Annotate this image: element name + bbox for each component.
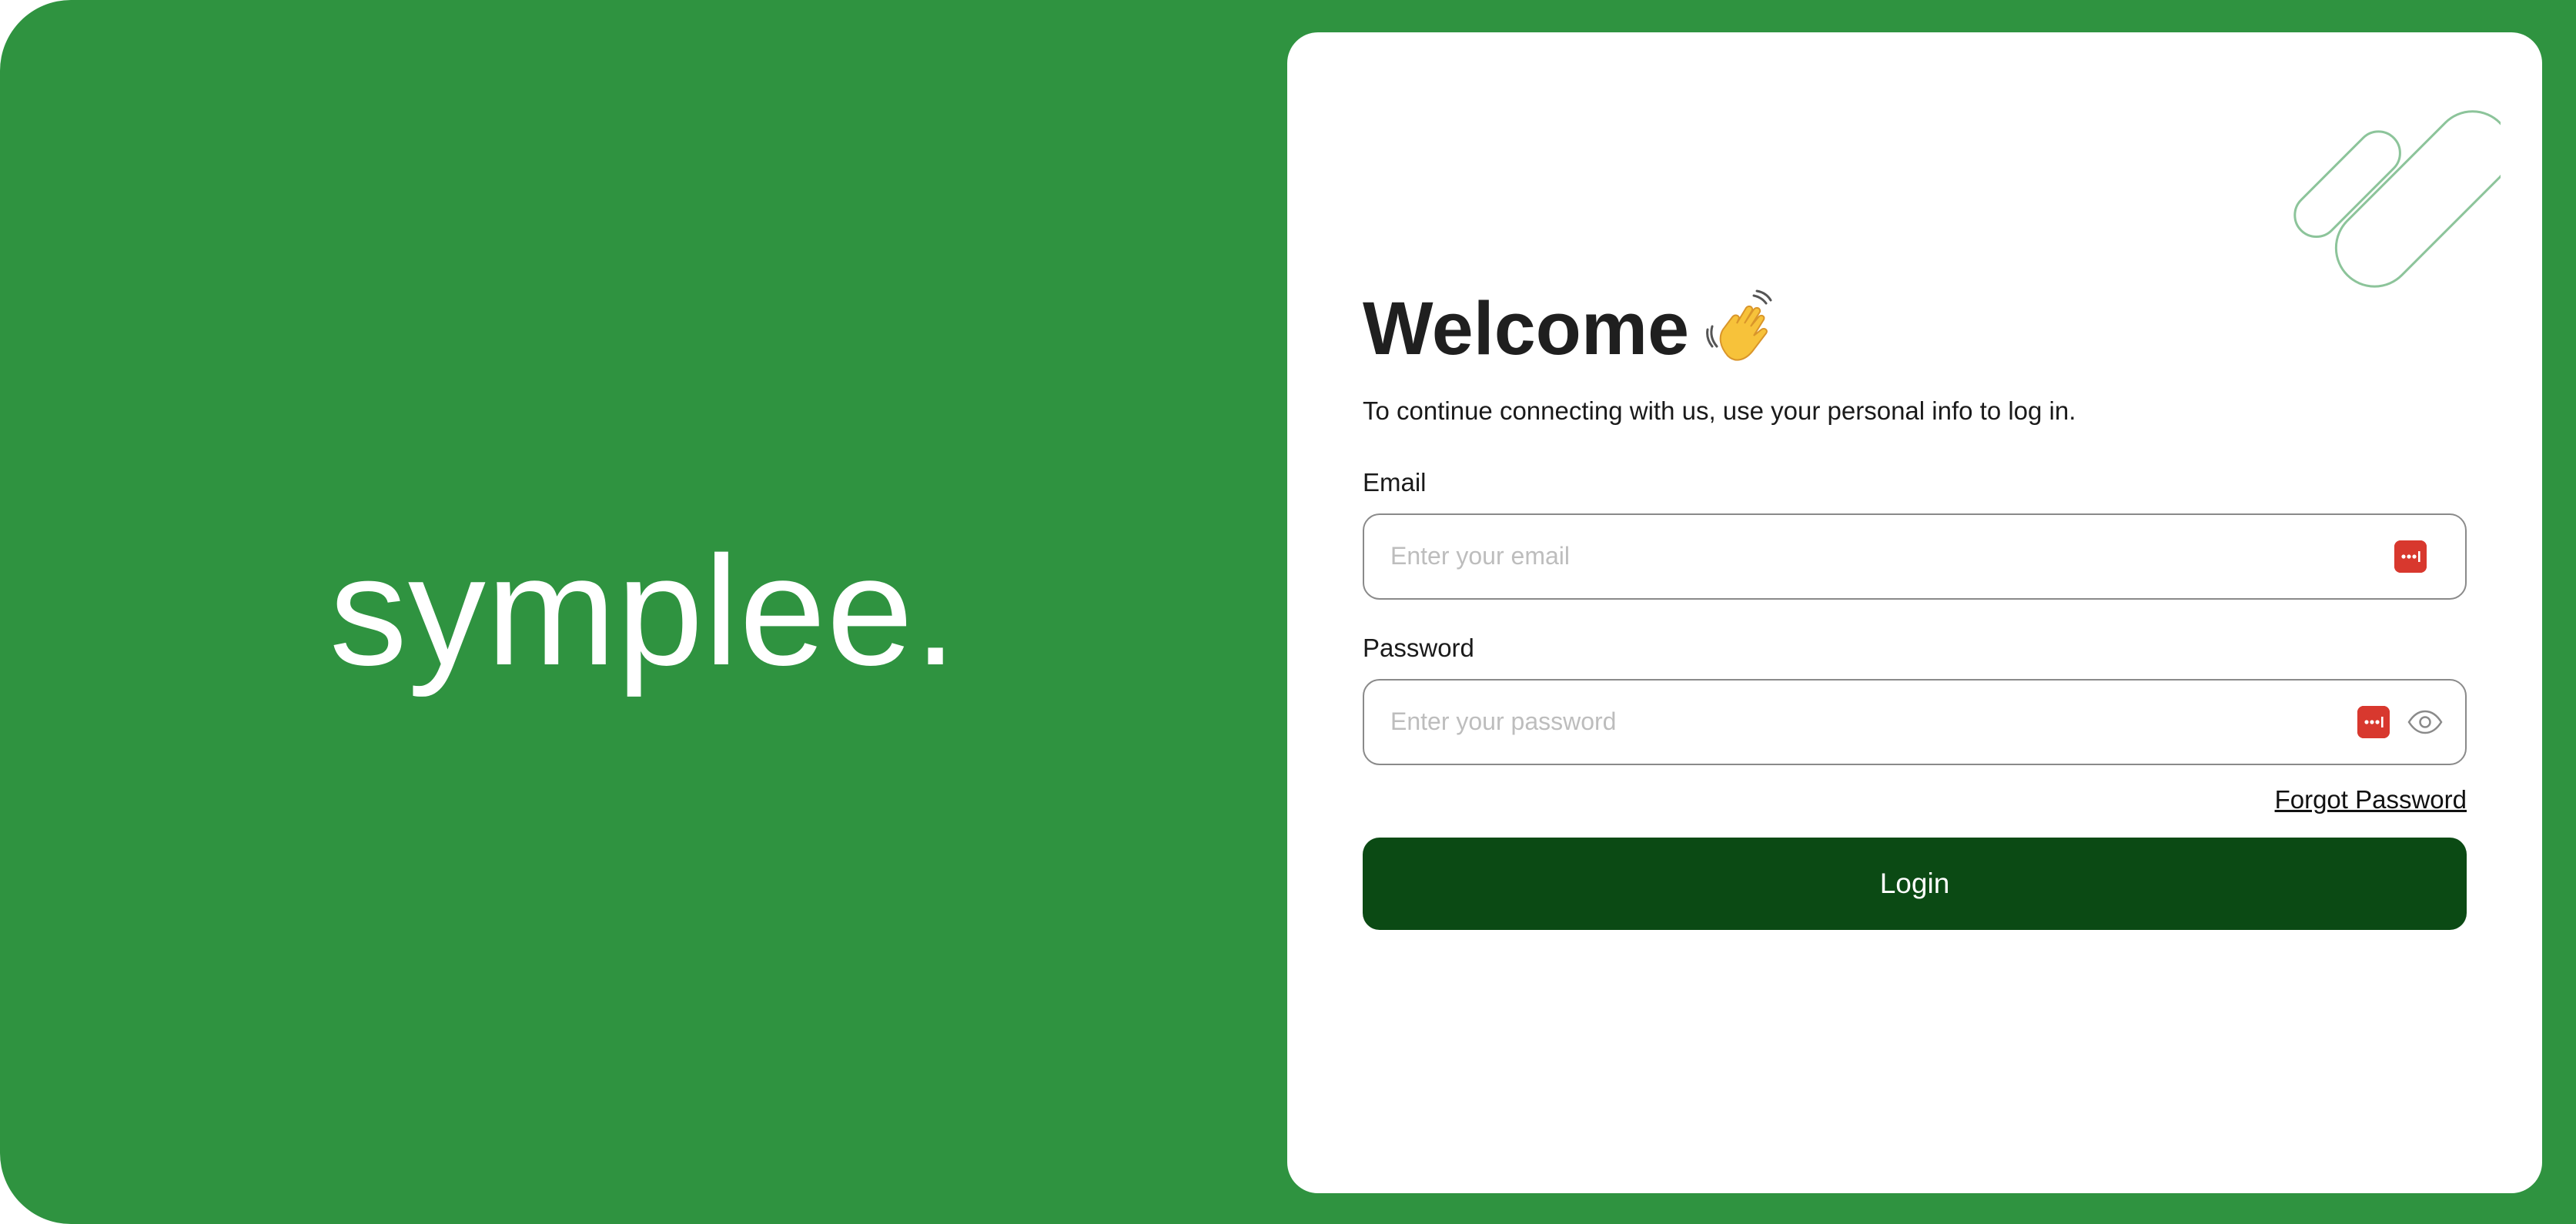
password-manager-icon[interactable] <box>2357 705 2390 738</box>
forgot-password-row: Forgot Password <box>1363 785 2467 814</box>
forgot-password-link[interactable]: Forgot Password <box>2275 785 2467 814</box>
email-input[interactable] <box>1389 541 2316 572</box>
email-label: Email <box>1363 467 1427 497</box>
title-row: Welcome <box>1363 283 2467 373</box>
page-title: Welcome <box>1363 286 1690 370</box>
brand-logo: symplee. <box>329 523 958 697</box>
pill-shapes-decoration <box>2293 110 2501 288</box>
login-button[interactable]: Login <box>1363 837 2467 930</box>
waving-hand-icon <box>1706 289 1772 361</box>
brand-panel: symplee. <box>0 0 1287 1224</box>
password-label: Password <box>1363 633 1474 662</box>
login-page: symplee. Welcome To continue connecting … <box>0 0 2576 1224</box>
login-card: Welcome To continue connecting with us, … <box>1287 32 2542 1193</box>
password-input[interactable] <box>1389 707 2316 737</box>
password-field[interactable] <box>1363 678 2467 765</box>
password-manager-icon[interactable] <box>2394 540 2427 573</box>
eye-icon[interactable] <box>2407 710 2444 734</box>
subtitle-text: To continue connecting with us, use your… <box>1363 396 2076 425</box>
email-field[interactable] <box>1363 513 2467 600</box>
login-form: Welcome To continue connecting with us, … <box>1363 283 2467 930</box>
